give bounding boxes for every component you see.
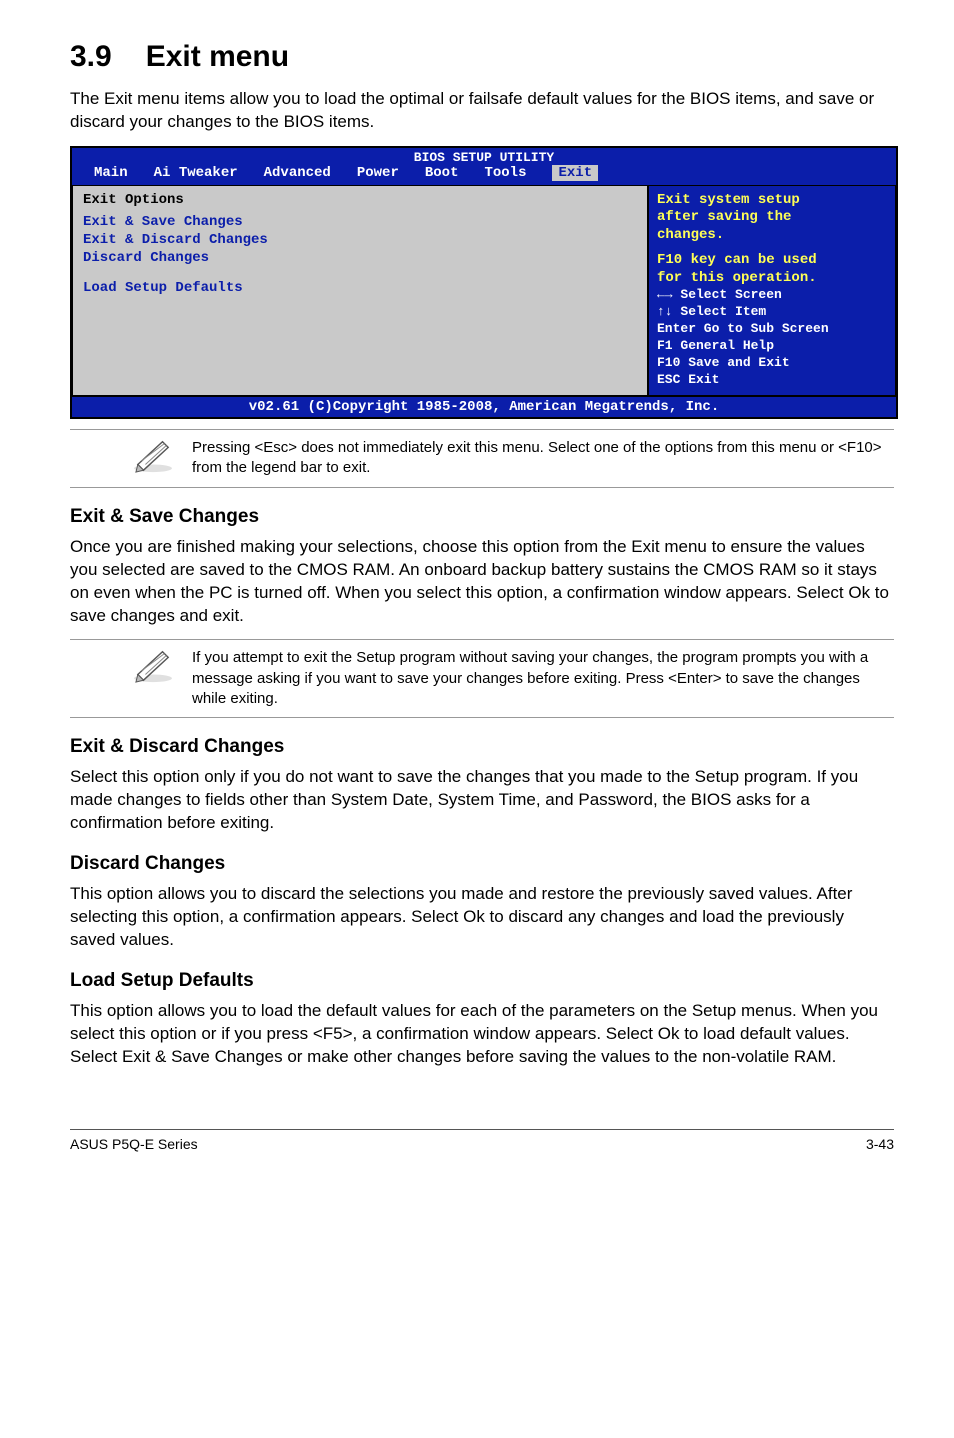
load-defaults-body: This option allows you to load the defau… (70, 1000, 894, 1069)
discard-body: This option allows you to discard the se… (70, 883, 894, 952)
bios-screenshot: BIOS SETUP UTILITY Main Ai Tweaker Advan… (70, 146, 898, 419)
bios-item-exit-discard: Exit & Discard Changes (83, 232, 637, 248)
bios-help-line: changes. (657, 227, 887, 245)
bios-header: BIOS SETUP UTILITY (72, 148, 896, 165)
discard-heading: Discard Changes (70, 853, 894, 875)
bios-tab-ai-tweaker: Ai Tweaker (154, 165, 238, 181)
section-heading: 3.9 Exit menu (70, 40, 894, 74)
footer-right: 3-43 (866, 1136, 894, 1152)
bios-nav-help: ←→ Select Screen ↑↓ Select Item Enter Go… (657, 287, 887, 388)
bios-nav-line: ←→ Select Screen (657, 287, 887, 304)
bios-help-line: after saving the (657, 209, 887, 227)
exit-discard-body: Select this option only if you do not wa… (70, 766, 894, 835)
note-block: If you attempt to exit the Setup program… (70, 639, 894, 718)
bios-item-load-defaults: Load Setup Defaults (83, 280, 637, 296)
bios-right-pane: Exit system setup after saving the chang… (648, 185, 896, 396)
bios-help-text: Exit system setup after saving the chang… (657, 192, 887, 288)
bios-tab-boot: Boot (425, 165, 459, 181)
bios-help-line: Exit system setup (657, 192, 887, 210)
pencil-icon (130, 436, 176, 479)
footer-left: ASUS P5Q-E Series (70, 1136, 198, 1152)
exit-save-heading: Exit & Save Changes (70, 506, 894, 528)
exit-discard-heading: Exit & Discard Changes (70, 736, 894, 758)
bios-help-line: F10 key can be used (657, 252, 887, 270)
bios-nav-line: F1 General Help (657, 338, 887, 355)
intro-paragraph: The Exit menu items allow you to load th… (70, 88, 894, 134)
bios-item-exit-save: Exit & Save Changes (83, 214, 637, 230)
bios-nav-line: F10 Save and Exit (657, 355, 887, 372)
page-footer: ASUS P5Q-E Series 3-43 (70, 1129, 894, 1152)
bios-tab-bar: Main Ai Tweaker Advanced Power Boot Tool… (72, 165, 896, 185)
note-text: If you attempt to exit the Setup program… (192, 646, 894, 709)
section-title-text: Exit menu (146, 40, 289, 73)
load-defaults-heading: Load Setup Defaults (70, 970, 894, 992)
bios-tab-tools: Tools (484, 165, 526, 181)
bios-nav-line: ESC Exit (657, 372, 887, 389)
bios-nav-line: ↑↓ Select Item (657, 304, 887, 321)
bios-tab-power: Power (357, 165, 399, 181)
bios-nav-line: Enter Go to Sub Screen (657, 321, 887, 338)
note-text: Pressing <Esc> does not immediately exit… (192, 436, 894, 479)
bios-help-line: for this operation. (657, 270, 887, 288)
bios-tab-exit: Exit (552, 165, 598, 181)
bios-left-title: Exit Options (83, 192, 637, 208)
bios-left-pane: Exit Options Exit & Save Changes Exit & … (72, 185, 648, 396)
bios-tab-advanced: Advanced (264, 165, 331, 181)
section-number: 3.9 (70, 40, 112, 74)
bios-footer: v02.61 (C)Copyright 1985-2008, American … (72, 396, 896, 417)
pencil-icon (130, 646, 176, 689)
exit-save-body: Once you are finished making your select… (70, 536, 894, 628)
bios-tab-main: Main (94, 165, 128, 181)
bios-item-discard: Discard Changes (83, 250, 637, 266)
note-block: Pressing <Esc> does not immediately exit… (70, 429, 894, 488)
